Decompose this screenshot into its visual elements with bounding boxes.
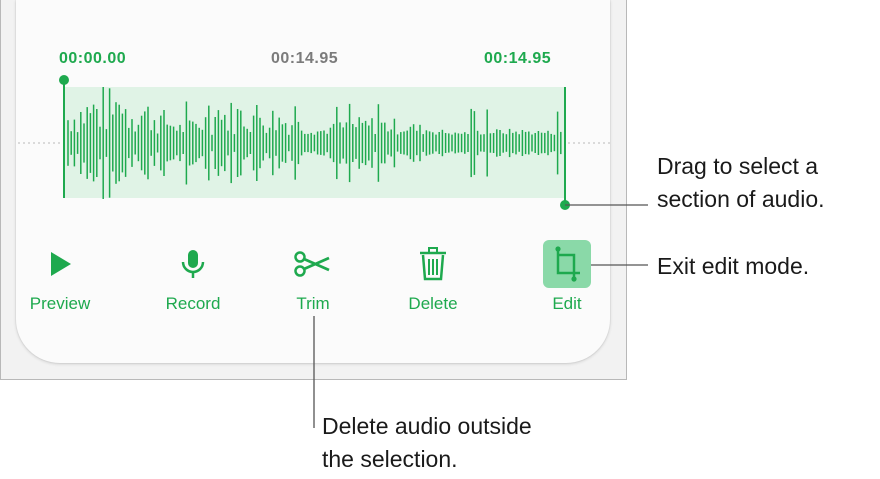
edit-callout: Exit edit mode. [657,253,810,279]
trim-callout: Delete audio outside the selection. [322,410,532,476]
trim-callout-line-2: the selection. [322,446,458,472]
callout-lines [313,204,648,428]
trim-callout-line-1: Delete audio outside [322,413,532,439]
selection-callout-line-2: section of audio. [657,186,825,212]
selection-callout: Drag to select a section of audio. [657,150,825,216]
selection-callout-line-1: Drag to select a [657,153,819,179]
